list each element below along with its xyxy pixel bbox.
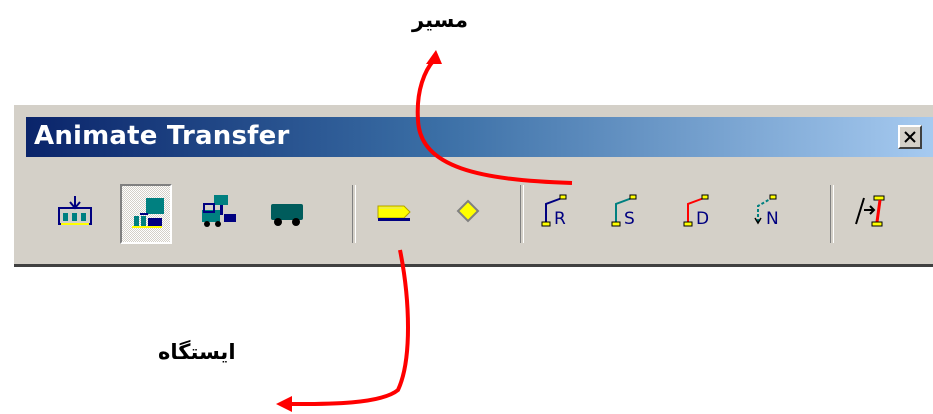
station-arrowhead [276, 396, 292, 412]
path-arrow [415, 58, 573, 185]
station-arrow [289, 249, 410, 407]
annotation-arrows [276, 50, 573, 412]
path-arrowhead [426, 50, 442, 64]
